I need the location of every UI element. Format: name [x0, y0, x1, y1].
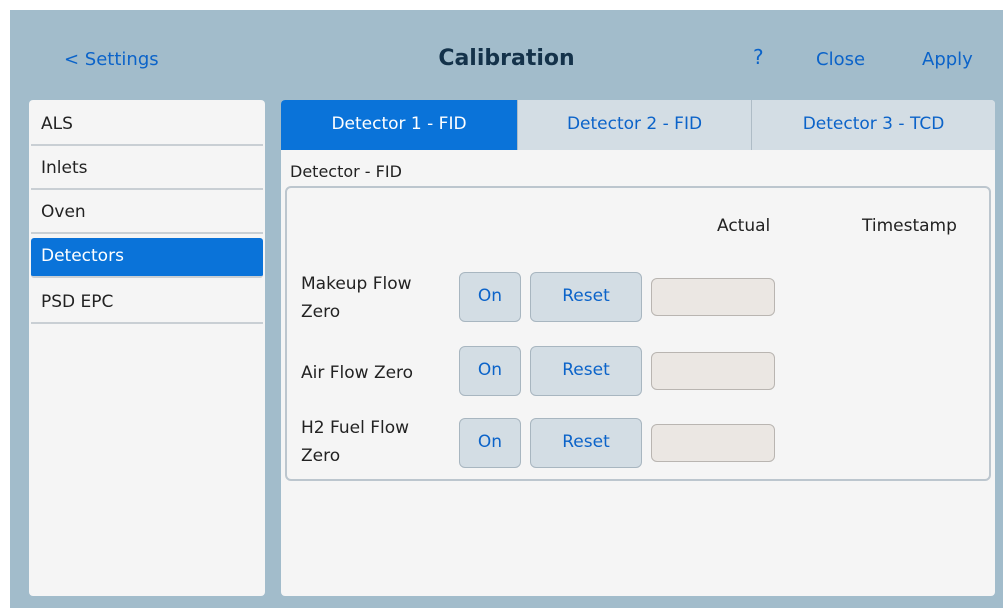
row-label-line: Air Flow Zero: [301, 363, 414, 383]
help-icon[interactable]: ?: [753, 45, 764, 69]
sidebar-item-als[interactable]: ALS: [31, 106, 263, 146]
header-bar: < Settings Calibration ? Close Apply: [10, 10, 1003, 98]
tab-detector-2[interactable]: Detector 2 - FID: [517, 100, 751, 150]
tab-detector-3[interactable]: Detector 3 - TCD: [751, 100, 995, 150]
column-header-timestamp: Timestamp: [862, 216, 957, 236]
apply-button[interactable]: Apply: [922, 49, 973, 70]
row-label-line: Zero: [301, 302, 341, 322]
calibration-table: Actual Timestamp Makeup Flow Zero On Res…: [285, 186, 991, 481]
sidebar-item-label: Oven: [41, 202, 86, 222]
h2-fuel-flow-actual-field: [651, 424, 775, 462]
main-panel: Detector 1 - FID Detector 2 - FID Detect…: [281, 100, 995, 596]
sidebar-item-label: PSD EPC: [41, 292, 114, 312]
row-label-h2-fuel-flow-zero: H2 Fuel Flow Zero: [301, 414, 451, 470]
makeup-flow-reset-button[interactable]: Reset: [530, 272, 642, 322]
sidebar-item-label: ALS: [41, 114, 73, 134]
h2-fuel-flow-on-button[interactable]: On: [459, 418, 521, 468]
column-header-actual: Actual: [717, 216, 771, 236]
close-button[interactable]: Close: [816, 49, 865, 70]
sidebar-item-inlets[interactable]: Inlets: [31, 150, 263, 190]
row-label-line: H2 Fuel Flow: [301, 418, 410, 438]
h2-fuel-flow-reset-button[interactable]: Reset: [530, 418, 642, 468]
sidebar-item-detectors[interactable]: Detectors: [31, 238, 263, 278]
sidebar-item-label: Inlets: [41, 158, 88, 178]
row-label-line: Zero: [301, 446, 341, 466]
section-title: Detector - FID: [290, 162, 402, 181]
row-label-makeup-flow-zero: Makeup Flow Zero: [301, 270, 451, 326]
sidebar: ALS Inlets Oven Detectors PSD EPC: [29, 100, 265, 596]
calibration-screen: < Settings Calibration ? Close Apply ALS…: [10, 10, 1003, 608]
makeup-flow-actual-field: [651, 278, 775, 316]
makeup-flow-on-button[interactable]: On: [459, 272, 521, 322]
air-flow-reset-button[interactable]: Reset: [530, 346, 642, 396]
tab-detector-1[interactable]: Detector 1 - FID: [281, 100, 517, 150]
sidebar-item-label: Detectors: [41, 246, 124, 266]
air-flow-on-button[interactable]: On: [459, 346, 521, 396]
row-label-line: Makeup Flow: [301, 274, 412, 294]
sidebar-item-oven[interactable]: Oven: [31, 194, 263, 234]
row-label-air-flow-zero: Air Flow Zero: [301, 359, 451, 387]
sidebar-item-psd-epc[interactable]: PSD EPC: [31, 284, 263, 324]
air-flow-actual-field: [651, 352, 775, 390]
